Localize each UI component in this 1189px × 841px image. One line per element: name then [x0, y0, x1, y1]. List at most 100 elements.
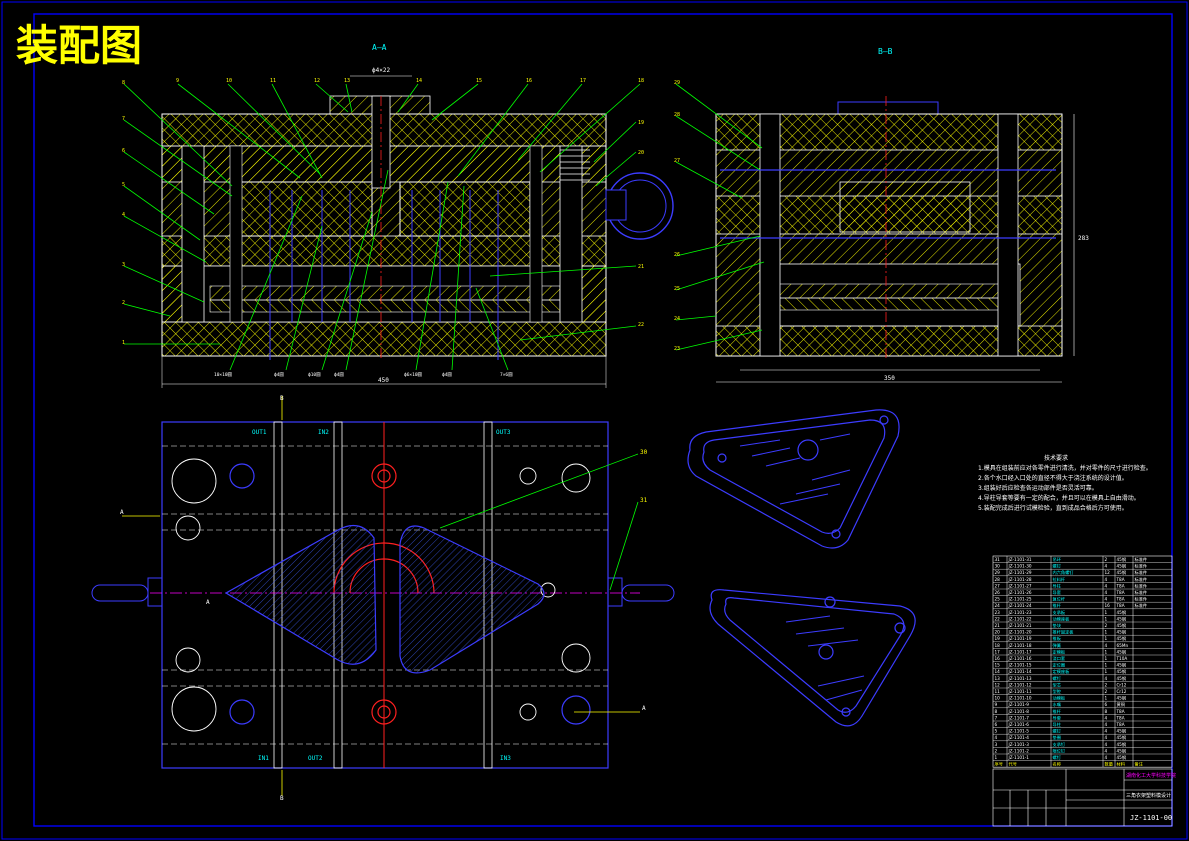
- bom-cell: 标准件: [1135, 569, 1148, 576]
- bom-cell: T8A: [1116, 722, 1125, 727]
- bom-cell: 45钢: [1117, 635, 1127, 642]
- bom-cell: 45钢: [1117, 675, 1127, 682]
- bom-cell: 吊环: [1053, 557, 1061, 563]
- bom-cell: 螺钉: [1053, 563, 1062, 570]
- callout-13: 13: [344, 78, 350, 84]
- technical-requirements: 技术要求 1.模具在组装前应对各零件进行清洗，并对零件的尺寸进行检查。 2.各个…: [978, 454, 1152, 512]
- bom-cell: JZ-1101-18: [1008, 643, 1032, 648]
- bom-cell: JZ-1101-10: [1008, 696, 1032, 701]
- tech-item-5: 5.装配完成后进行试模检验，直到成品合格后方可使用。: [978, 504, 1128, 512]
- callout-14: 14: [416, 78, 422, 84]
- bom-cell: 弹簧: [1053, 642, 1061, 649]
- bom-header-cell: 材料: [1117, 761, 1126, 768]
- callouts-top: 9 10 11 12 13 14 15 16 17 18: [176, 78, 644, 84]
- bom-cell: T8A: [1116, 577, 1125, 582]
- bom-cell: 45钢: [1117, 668, 1127, 675]
- bom-cell: 4: [1105, 729, 1108, 734]
- callouts-left: 8 7 6 5 4 3 2 1: [122, 80, 125, 346]
- bom-cell: 4: [1105, 722, 1108, 727]
- bom-cell: Cr12: [1117, 689, 1127, 694]
- bom-cell: JZ-1101-21: [1008, 623, 1032, 628]
- bom-cell: 4: [1105, 748, 1108, 753]
- bom-cell: 23: [995, 610, 1001, 615]
- bom-table: 31 JZ-1101-31 吊环 2 45钢 标准件30 JZ-1101-30 螺钉 4 45钢标…: [992, 555, 1173, 768]
- callout-11: 11: [270, 78, 276, 84]
- bom-cell: JZ-1101-15: [1008, 663, 1032, 668]
- bom-cell: 22: [995, 616, 1001, 621]
- bom-cell: JZ-1101-5: [1008, 729, 1030, 734]
- callout-3: 3: [122, 262, 125, 268]
- bom-cell: JZ-1101-8: [1008, 709, 1030, 714]
- bom-cell: 45钢: [1117, 747, 1127, 754]
- callout-7: 7: [122, 116, 125, 122]
- bom-cell: 推杆: [1053, 708, 1062, 715]
- bom-cell: T8A: [1116, 709, 1125, 714]
- bom-cell: 4: [1105, 676, 1108, 681]
- bom-cell: 2: [1105, 689, 1108, 694]
- callout-24: 24: [674, 316, 680, 322]
- bom-cell: 11: [995, 689, 1001, 694]
- bom-cell: 标准件: [1135, 589, 1148, 596]
- dim-height-283: 283: [1078, 235, 1089, 242]
- bom-cell: 21: [995, 623, 1001, 628]
- bom-cell: 限位钉: [1053, 747, 1066, 754]
- callout-16: 16: [526, 78, 532, 84]
- bom-cell: 45钢: [1117, 629, 1127, 636]
- bom-cell: 黄铜: [1117, 701, 1125, 708]
- bom-cell: JZ-1101-28: [1008, 577, 1032, 582]
- bom-cell: JZ-1101-25: [1008, 597, 1032, 602]
- label-out1: OUT1: [252, 429, 267, 436]
- bom-cell: 1: [1105, 656, 1108, 661]
- dim-label-7: 7×6圆: [500, 372, 513, 378]
- bom-cell: 定位圈: [1053, 662, 1066, 669]
- bom-cell: 45钢: [1117, 615, 1127, 622]
- bom-cell: 推杆: [1053, 602, 1062, 609]
- callout-12: 12: [314, 78, 320, 84]
- drawing-title: 装配图: [16, 21, 142, 70]
- drawing-number: JZ-1101-00: [1130, 814, 1172, 822]
- bom-cell: 20: [995, 630, 1001, 635]
- bom-cell: 65Mn: [1117, 643, 1129, 648]
- bom-cell: 4: [1105, 643, 1108, 648]
- bom-cell: JZ-1101-1: [1008, 755, 1030, 760]
- bom-cell: 动模板: [1053, 695, 1066, 702]
- cavity-right: [399, 525, 545, 674]
- callout-19: 19: [638, 120, 644, 126]
- bom-cell: 45钢: [1117, 622, 1127, 629]
- section-aa-label: A—A: [372, 43, 387, 52]
- bom-cell: 45钢: [1117, 569, 1127, 576]
- bom-cell: 28: [995, 577, 1001, 582]
- bom-cell: 标准件: [1135, 576, 1148, 583]
- bom-cell: JZ-1101-9: [1008, 702, 1030, 707]
- bom-cell: 标准件: [1135, 556, 1148, 563]
- bom-cell: JZ-1101-3: [1008, 742, 1030, 747]
- bom-cell: JZ-1101-29: [1008, 570, 1032, 575]
- bom-cell: 导套: [1053, 589, 1062, 596]
- bom-cell: 2: [995, 748, 998, 753]
- bom-cell: 浇口套: [1053, 655, 1066, 662]
- bom-cell: 4: [1105, 597, 1108, 602]
- callouts-right-aa: 19 20 21 22: [638, 120, 644, 328]
- bom-header-cell: 备注: [1135, 761, 1144, 768]
- drawing-sheet: 装配图 A—A B—B 450 ϕ4×22 8 7 6 5 4 3 2 1 9 …: [1, 1, 1188, 840]
- callout-28: 28: [674, 112, 680, 118]
- bom-cell: JZ-1101-23: [1008, 610, 1032, 615]
- bom-cell: 14: [995, 669, 1001, 674]
- callout-6: 6: [122, 148, 125, 154]
- bom-cell: 推杆固定板: [1053, 629, 1075, 636]
- bom-cell: 45钢: [1117, 728, 1127, 735]
- tech-item-3: 3.组装好后应检查各运动部件是否灵活可靠。: [978, 484, 1098, 492]
- bom-header-cell: 代号: [1009, 761, 1017, 768]
- label-b-bottom: B: [280, 795, 284, 802]
- bom-cell: 2: [1105, 557, 1108, 562]
- bom-cell: 4: [1105, 577, 1108, 582]
- title-school: 湖南化工大学科技学院: [1126, 772, 1176, 779]
- bom-cell: 1: [1105, 636, 1108, 641]
- bom-cell: T8A: [1116, 597, 1125, 602]
- bom-cell: 复位杆: [1053, 596, 1066, 603]
- bom-cell: 1: [1105, 610, 1108, 615]
- dim-width-450: 450: [378, 377, 389, 384]
- label-out3: OUT3: [496, 429, 511, 436]
- bom-cell: 4: [1105, 755, 1108, 760]
- bom-cell: 29: [995, 570, 1001, 575]
